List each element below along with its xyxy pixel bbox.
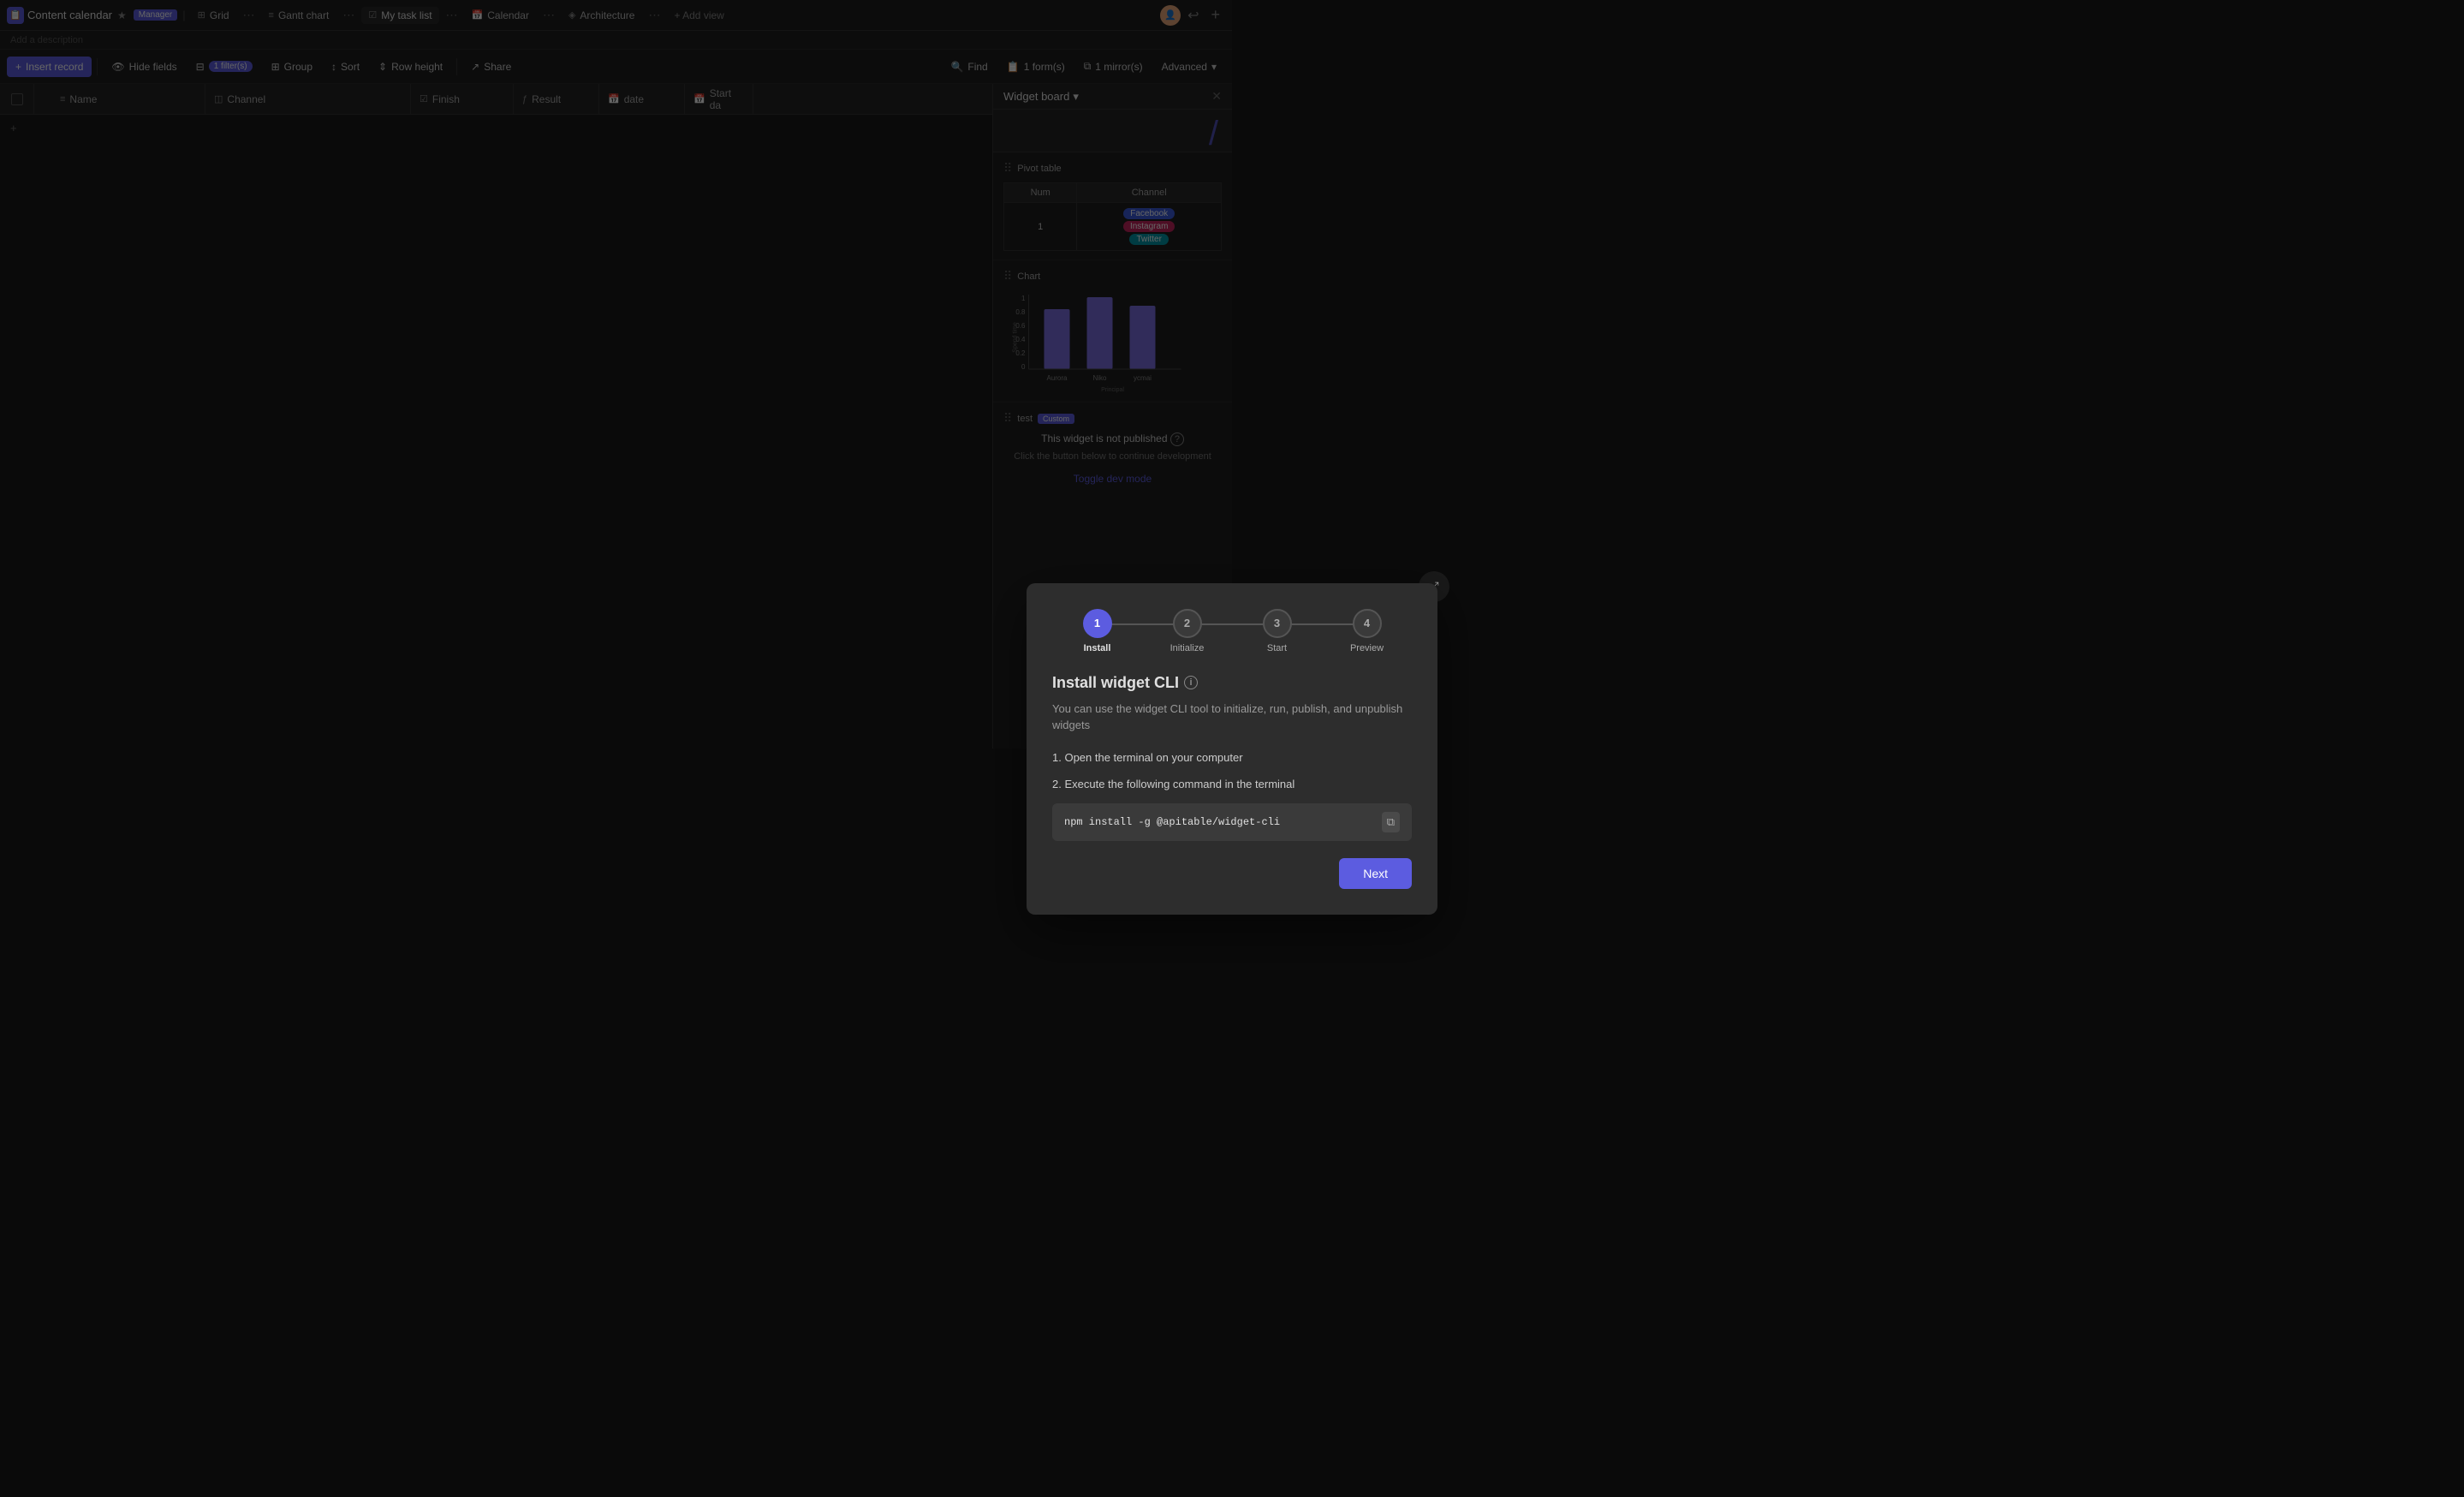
step-preview: 4 Preview	[1322, 609, 1412, 653]
modal-overlay: ⤢ 1 Install 2 Initialize 3 Start 4	[0, 0, 2464, 1497]
modal-title: Install widget CLI i	[1052, 674, 1412, 692]
step-1-label: Install	[1084, 643, 1111, 653]
step-start: 3 Start	[1232, 609, 1322, 653]
modal-step-2: 2. Execute the following command in the …	[1052, 776, 1412, 793]
step-2-circle: 2	[1173, 609, 1202, 638]
step-1-circle: 1	[1083, 609, 1112, 638]
step-3-circle: 3	[1263, 609, 1292, 638]
stepper: 1 Install 2 Initialize 3 Start 4 Preview	[1052, 609, 1412, 653]
install-widget-modal: 1 Install 2 Initialize 3 Start 4 Preview	[1027, 583, 1437, 915]
modal-footer: Next	[1052, 858, 1412, 889]
copy-command-button[interactable]: ⧉	[1382, 812, 1400, 832]
step-3-label: Start	[1267, 643, 1287, 653]
code-box: npm install -g @apitable/widget-cli ⧉	[1052, 803, 1412, 841]
modal-info-icon[interactable]: i	[1184, 676, 1198, 689]
modal-container: ⤢ 1 Install 2 Initialize 3 Start 4	[1027, 583, 1437, 915]
step-initialize: 2 Initialize	[1142, 609, 1232, 653]
step-install: 1 Install	[1052, 609, 1142, 653]
modal-step-1: 1. Open the terminal on your computer	[1052, 749, 1412, 766]
step-4-label: Preview	[1350, 643, 1384, 653]
step-2-label: Initialize	[1170, 643, 1205, 653]
next-button[interactable]: Next	[1339, 858, 1412, 889]
step-4-circle: 4	[1353, 609, 1382, 638]
modal-description: You can use the widget CLI tool to initi…	[1052, 701, 1412, 734]
command-text: npm install -g @apitable/widget-cli	[1064, 816, 1280, 828]
